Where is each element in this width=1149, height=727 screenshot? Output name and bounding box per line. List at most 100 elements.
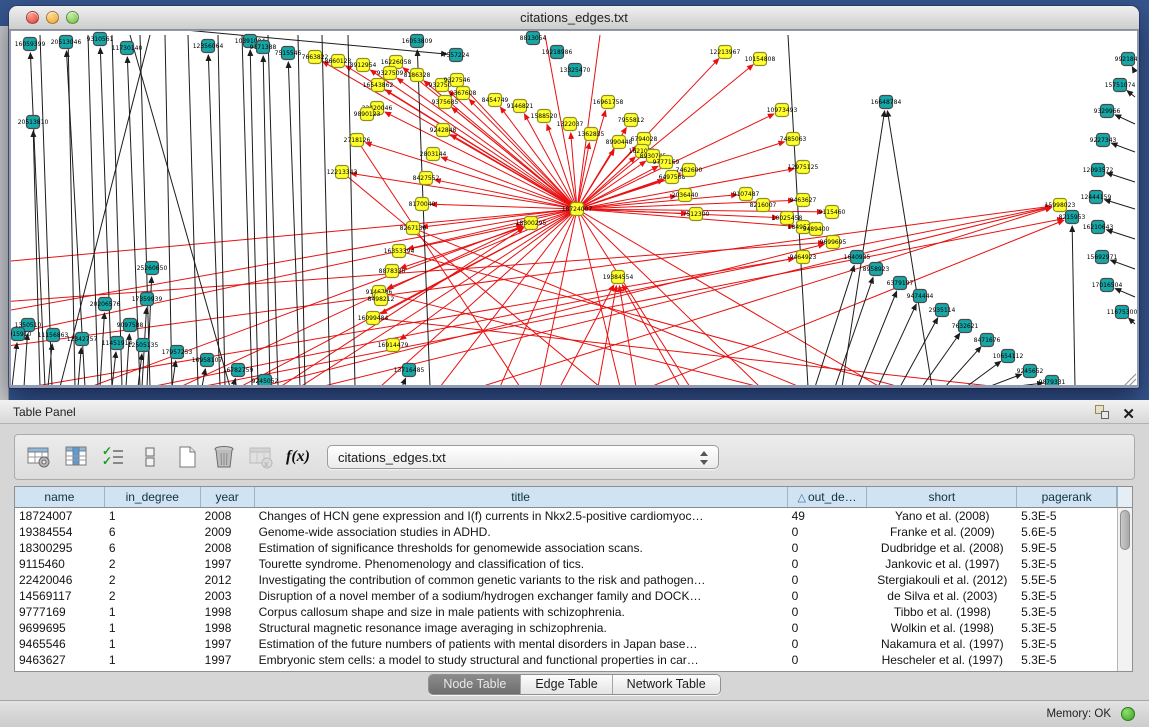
graph-node[interactable]: 6379197 bbox=[887, 277, 914, 290]
citation-network-graph[interactable]: 1605939920513046931056111730140123560641… bbox=[11, 31, 1137, 385]
graph-node[interactable]: 13716485 bbox=[394, 364, 425, 377]
tab-edge-table[interactable]: Edge Table bbox=[521, 675, 612, 694]
graph-node[interactable]: 16648784 bbox=[871, 96, 902, 109]
window-resize-grip[interactable] bbox=[1124, 374, 1136, 385]
graph-node[interactable]: 7515546 bbox=[275, 47, 302, 60]
graph-node[interactable]: 20206576 bbox=[90, 298, 121, 311]
tab-node-table[interactable]: Node Table bbox=[429, 675, 521, 694]
graph-node[interactable]: 16353394 bbox=[384, 245, 415, 258]
table-columns-icon[interactable] bbox=[62, 443, 90, 471]
graph-node[interactable]: 2718126 bbox=[344, 134, 371, 147]
graph-node[interactable]: 1588520 bbox=[531, 110, 558, 123]
graph-node[interactable]: 8215953 bbox=[1059, 211, 1086, 224]
graph-node[interactable]: 20513046 bbox=[51, 36, 82, 49]
graph-node[interactable]: 19218986 bbox=[542, 46, 573, 59]
graph-node[interactable]: 12213967 bbox=[710, 46, 741, 59]
graph-node[interactable]: 8216007 bbox=[750, 199, 777, 212]
graph-node[interactable]: 8454749 bbox=[482, 94, 509, 107]
column-header-name[interactable]: name bbox=[15, 487, 105, 507]
graph-node[interactable]: 11730140 bbox=[112, 42, 143, 55]
graph-node[interactable]: 16961758 bbox=[593, 96, 624, 109]
column-header-out_de[interactable]: △out_de… bbox=[788, 487, 868, 507]
tab-network-table[interactable]: Network Table bbox=[613, 675, 720, 694]
graph-node[interactable]: 9227343 bbox=[1090, 134, 1117, 147]
table-scrollbar-thumb[interactable] bbox=[1120, 510, 1130, 550]
graph-node[interactable]: 7632621 bbox=[952, 320, 979, 333]
graph-node[interactable]: 2935114 bbox=[929, 304, 956, 317]
graph-node[interactable]: 10654112 bbox=[993, 350, 1024, 363]
graph-node[interactable]: 12975125 bbox=[788, 161, 819, 174]
table-row[interactable]: 2242004622012Investigating the contribut… bbox=[15, 572, 1117, 588]
graph-node[interactable]: 7485063 bbox=[780, 133, 807, 146]
graph-node[interactable]: 9463627 bbox=[790, 194, 817, 207]
graph-node[interactable]: 9310561 bbox=[87, 33, 114, 46]
table-select-dropdown[interactable]: citations_edges.txt bbox=[327, 445, 719, 469]
graph-node[interactable]: 16782759 bbox=[223, 364, 254, 377]
column-header-short[interactable]: short bbox=[867, 487, 1017, 507]
table-row[interactable]: 1830029562008Estimation of significance … bbox=[15, 540, 1117, 556]
column-header-title[interactable]: title bbox=[255, 487, 788, 507]
table-row[interactable]: 977716911998Corpus callosum shape and si… bbox=[15, 604, 1117, 620]
graph-node[interactable]: 9107487 bbox=[733, 188, 760, 201]
graph-node[interactable]: 15998023 bbox=[1045, 199, 1076, 212]
graph-node[interactable]: 19384554 bbox=[603, 271, 634, 284]
graph-node[interactable]: 7557224 bbox=[443, 49, 470, 62]
graph-node[interactable]: 12444159 bbox=[1081, 191, 1112, 204]
graph-node[interactable]: 13325470 bbox=[560, 64, 591, 77]
column-header-pagerank[interactable]: pagerank bbox=[1017, 487, 1117, 507]
graph-node[interactable]: 9921843 bbox=[1115, 53, 1137, 66]
table-row[interactable]: 946554611997Estimation of the future num… bbox=[15, 636, 1117, 652]
graph-node[interactable]: 7955812 bbox=[618, 114, 645, 127]
table-row[interactable]: 969969511998Structural magnetic resonanc… bbox=[15, 620, 1117, 636]
graph-node[interactable]: 9699695 bbox=[820, 236, 847, 249]
select-columns-icon[interactable]: ✓✓ bbox=[99, 443, 127, 471]
table-scrollbar[interactable] bbox=[1117, 508, 1132, 671]
network-canvas[interactable]: 1605939920513046931056111730140123560641… bbox=[11, 31, 1137, 385]
table-settings-icon[interactable] bbox=[25, 443, 53, 471]
graph-node[interactable]: 9474444 bbox=[907, 290, 934, 303]
graph-node[interactable]: 8427552 bbox=[413, 172, 440, 185]
table-row[interactable]: 1872400712008Changes of HCN gene express… bbox=[15, 508, 1117, 524]
column-header-year[interactable]: year bbox=[201, 487, 255, 507]
row-height-icon[interactable] bbox=[136, 443, 164, 471]
graph-node[interactable]: 9146821 bbox=[507, 100, 534, 113]
graph-node[interactable]: 8912954 bbox=[350, 59, 377, 72]
graph-node[interactable]: 15751074 bbox=[1105, 79, 1136, 92]
graph-node[interactable]: 8471676 bbox=[974, 334, 1001, 347]
column-header-in_degree[interactable]: in_degree bbox=[105, 487, 201, 507]
graph-node[interactable]: 16053809 bbox=[402, 35, 433, 48]
graph-node[interactable]: 10154808 bbox=[745, 53, 776, 66]
graph-node[interactable]: 9879331 bbox=[1039, 376, 1066, 386]
graph-node[interactable]: 12505135 bbox=[128, 339, 159, 352]
table-row[interactable]: 1938455462009Genome-wide association stu… bbox=[15, 524, 1117, 540]
network-window-titlebar[interactable]: citations_edges.txt bbox=[9, 6, 1139, 30]
new-table-icon[interactable] bbox=[173, 443, 201, 471]
graph-node[interactable]: 9115460 bbox=[819, 206, 846, 219]
graph-node[interactable]: 16543862 bbox=[363, 79, 394, 92]
delete-attribute-icon[interactable] bbox=[210, 443, 238, 471]
graph-node[interactable]: 11675300 bbox=[1107, 306, 1137, 319]
table-row[interactable]: 1456911722003Disruption of a novel membe… bbox=[15, 588, 1117, 604]
graph-node[interactable]: 8186328 bbox=[404, 69, 431, 82]
graph-node[interactable]: 9245652 bbox=[1017, 365, 1044, 378]
delete-table-icon[interactable]: x bbox=[247, 443, 275, 471]
graph-node[interactable]: 15692971 bbox=[1087, 251, 1118, 264]
graph-node[interactable]: 8990448 bbox=[606, 136, 633, 149]
table-row[interactable]: 911546021997Tourette syndrome. Phenomeno… bbox=[15, 556, 1117, 572]
graph-node[interactable]: 17957253 bbox=[162, 346, 193, 359]
table-row[interactable]: 946362711997Embryonic stem cells: a mode… bbox=[15, 652, 1117, 668]
graph-node[interactable]: 6794028 bbox=[631, 133, 658, 146]
graph-node[interactable]: 8958923 bbox=[863, 263, 890, 276]
graph-node[interactable]: 12093572 bbox=[1083, 164, 1114, 177]
graph-node[interactable]: 8660123 bbox=[325, 55, 352, 68]
graph-node[interactable]: 8878330 bbox=[379, 265, 406, 278]
graph-node[interactable]: 25260650 bbox=[137, 262, 168, 275]
close-panel-icon[interactable]: ✕ bbox=[1122, 403, 1135, 427]
graph-node[interactable]: 12213343 bbox=[327, 166, 358, 179]
float-panel-icon[interactable] bbox=[1095, 405, 1109, 419]
function-builder-icon[interactable]: f(x) bbox=[284, 443, 312, 471]
graph-node[interactable]: 16210643 bbox=[1083, 221, 1114, 234]
graph-node[interactable]: 2803144 bbox=[420, 148, 447, 161]
graph-node[interactable]: 12356064 bbox=[193, 40, 224, 53]
graph-node[interactable]: 7512300 bbox=[683, 208, 710, 221]
